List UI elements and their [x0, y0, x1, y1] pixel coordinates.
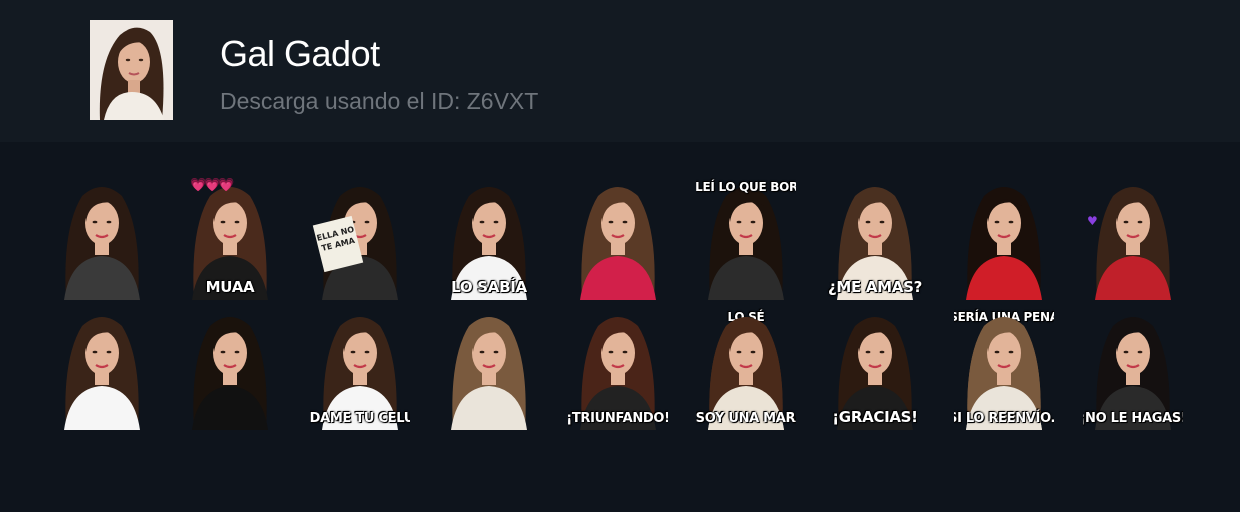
sticker-item[interactable]	[439, 308, 539, 430]
sticker-caption: ¡DAME TU CELULAR!	[310, 411, 410, 426]
sticker-item[interactable]: LO SABÍA	[439, 178, 539, 300]
sticker-caption: MUAA	[205, 278, 255, 296]
pack-title: Gal Gadot	[220, 33, 380, 74]
sticker-item[interactable]: 💗💗💗 MUAA	[180, 178, 280, 300]
sticker-image	[451, 317, 527, 430]
sticker-caption: LO SABÍA	[451, 278, 527, 296]
sticker-image	[966, 187, 1042, 300]
sticker-caption: ¡NO LE HAGAS!	[1083, 411, 1183, 426]
sticker-caption: SI LO REENVÍO...	[954, 411, 1054, 426]
pack-avatar	[90, 20, 173, 120]
sticker-item[interactable]	[954, 178, 1054, 300]
sticker-item[interactable]: ¡LEÍ LO QUE BORRASTE!	[696, 178, 796, 300]
sticker-caption: ¡GRACIAS!	[832, 408, 918, 426]
sticker-caption: ¿ME AMAS?	[827, 278, 923, 296]
sticker-item[interactable]: ♥	[1083, 178, 1183, 300]
sticker-item[interactable]: ¡SOY UNA MARAVILLA!	[696, 308, 796, 430]
sticker-item[interactable]: SI LO REENVÍO...	[954, 308, 1054, 430]
sticker-caption: ¡TRIUNFANDO!	[568, 411, 668, 426]
sticker-image	[192, 317, 268, 430]
purple-heart-icon: ♥	[1087, 214, 1098, 228]
sticker-image	[708, 187, 784, 300]
sticker-item[interactable]: ¡GRACIAS!	[825, 308, 925, 430]
sticker-image	[580, 187, 656, 300]
hearts-crown-icon: 💗💗💗	[190, 178, 235, 193]
sticker-item[interactable]	[568, 178, 668, 300]
sticker-item[interactable]	[180, 308, 280, 430]
pack-header: Gal Gadot Descarga usando el ID: Z6VXT	[0, 0, 1240, 142]
sticker-item[interactable]: ELLA NO TE AMA	[310, 178, 410, 300]
sticker-item[interactable]: ¡TRIUNFANDO!	[568, 308, 668, 430]
sticker-item[interactable]: ¡DAME TU CELULAR!	[310, 308, 410, 430]
sticker-item[interactable]: ¡NO LE HAGAS!	[1083, 308, 1183, 430]
sticker-image	[64, 187, 140, 300]
sticker-image	[1095, 187, 1171, 300]
sticker-item[interactable]: ¿ME AMAS?	[825, 178, 925, 300]
download-id-text: Descarga usando el ID: Z6VXT	[220, 88, 539, 114]
sticker-caption: ¡LEÍ LO QUE BORRASTE!	[696, 180, 796, 194]
sticker-item[interactable]	[52, 178, 152, 300]
sticker-caption: ¡SOY UNA MARAVILLA!	[696, 411, 796, 426]
sticker-image	[64, 317, 140, 430]
sticker-item[interactable]	[52, 308, 152, 430]
